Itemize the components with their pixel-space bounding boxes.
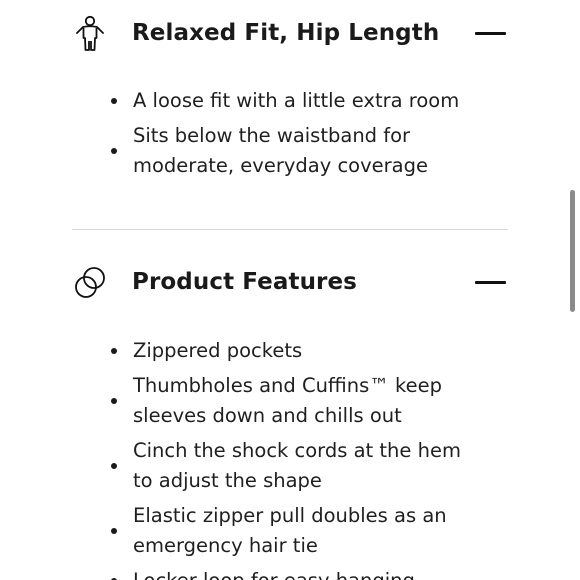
scrollbar[interactable] xyxy=(570,190,575,312)
list-item: Locker loop for easy hanging xyxy=(0,566,483,580)
bullet-dot-icon xyxy=(111,528,117,534)
list-item: Sits below the waistband for moderate, e… xyxy=(0,121,483,181)
bullet-dot-icon xyxy=(111,463,117,469)
collapse-minus-icon[interactable] xyxy=(472,28,508,40)
list-item: Elastic zipper pull doubles as an emerge… xyxy=(0,501,483,561)
bullet-dot-icon xyxy=(111,348,117,354)
list-item: A loose fit with a little extra room xyxy=(0,86,483,116)
overlapping-circles-icon xyxy=(72,263,108,303)
bullet-dot-icon xyxy=(111,398,117,404)
list-item: Zippered pockets xyxy=(0,336,483,366)
section-divider xyxy=(72,229,508,230)
features-section-header[interactable]: Product Features xyxy=(0,263,580,303)
fit-bullet-list: A loose fit with a little extra room Sit… xyxy=(0,86,483,186)
list-item: Thumbholes and Cuffins™ keep sleeves dow… xyxy=(0,371,483,431)
features-section-title: Product Features xyxy=(132,269,357,295)
bullet-dot-icon xyxy=(111,98,117,104)
bullet-dot-icon xyxy=(111,148,117,154)
product-details-page: Relaxed Fit, Hip Length A loose fit with… xyxy=(0,0,580,580)
list-item: Cinch the shock cords at the hem to adju… xyxy=(0,436,483,496)
fit-section-title: Relaxed Fit, Hip Length xyxy=(132,20,440,46)
features-bullet-list: Zippered pockets Thumbholes and Cuffins™… xyxy=(0,336,483,580)
person-fit-icon xyxy=(72,14,108,54)
collapse-minus-icon[interactable] xyxy=(472,277,508,289)
fit-section-header[interactable]: Relaxed Fit, Hip Length xyxy=(0,14,580,54)
